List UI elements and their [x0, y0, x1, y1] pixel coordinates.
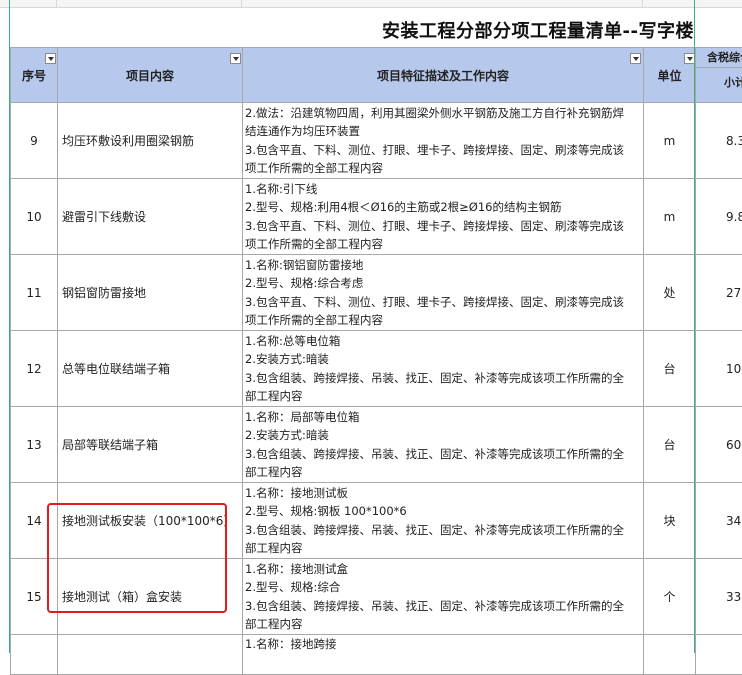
table-row[interactable]: 14接地测试板安装（100*100*6）1.名称：接地测试板2.型号、规格:钢板… [11, 483, 742, 559]
desc-line: 2.型号、规格:利用4根＜Ø16的主筋或2根≥Ø16的结构主钢筋 [245, 198, 643, 217]
cell-seq[interactable]: 10 [11, 179, 58, 255]
table-row[interactable]: 1.名称：接地跨接 [11, 635, 742, 675]
cell-unit[interactable]: m [644, 179, 696, 255]
cell-price[interactable]: 109. [696, 331, 742, 407]
desc-line: 部工程内容 [245, 387, 643, 406]
cell-seq[interactable]: 15 [11, 559, 58, 635]
header-tax-sub: 小计 [696, 74, 742, 90]
filter-dropdown-icon[interactable] [45, 53, 56, 64]
cell-price[interactable]: 8.3 [696, 103, 742, 179]
cell-item[interactable]: 接地测试板安装（100*100*6） [58, 483, 243, 559]
cell-unit[interactable]: m [644, 103, 696, 179]
desc-line: 3.包含组装、跨接焊接、吊装、找正、固定、补漆等完成该项工作所需的全 [245, 521, 643, 540]
cell-unit[interactable]: 台 [644, 407, 696, 483]
cell-unit[interactable]: 个 [644, 559, 696, 635]
desc-line: 项工作所需的全部工程内容 [245, 311, 643, 330]
cell-item[interactable]: 局部等联结端子箱 [58, 407, 243, 483]
cell-seq[interactable]: 12 [11, 331, 58, 407]
cell-seq[interactable] [11, 635, 58, 675]
frozen-pane-line [694, 0, 695, 653]
desc-line: 3.包含平直、下料、测位、打眼、埋卡子、跨接焊接、固定、刷漆等完成该 [245, 217, 643, 236]
cell-price[interactable] [696, 635, 742, 675]
desc-line: 2.型号、规格:综合 [245, 578, 643, 597]
cell-price[interactable]: 60.2 [696, 407, 742, 483]
cell-unit[interactable]: 块 [644, 483, 696, 559]
desc-line: 1.名称：接地跨接 [245, 635, 643, 654]
desc-line: 部工程内容 [245, 463, 643, 482]
cell-desc[interactable]: 1.名称：局部等电位箱2.安装方式:暗装3.包含组装、跨接焊接、吊装、找正、固定… [243, 407, 644, 483]
desc-line: 项工作所需的全部工程内容 [245, 235, 643, 254]
cell-desc[interactable]: 1.名称：接地测试盒2.型号、规格:综合3.包含组装、跨接焊接、吊装、找正、固定… [243, 559, 644, 635]
desc-line: 3.包含平直、下料、测位、打眼、埋卡子、跨接焊接、固定、刷漆等完成该 [245, 293, 643, 312]
column-header-strip [0, 0, 742, 8]
cell-price[interactable]: 33.8 [696, 559, 742, 635]
cell-item[interactable]: 接地测试（箱）盒安装 [58, 559, 243, 635]
desc-line: 1.名称：接地测试板 [245, 484, 643, 503]
cell-item[interactable]: 总等电位联结端子箱 [58, 331, 243, 407]
cell-desc[interactable]: 1.名称：接地跨接 [243, 635, 644, 675]
cell-desc[interactable]: 1.名称:引下线2.型号、规格:利用4根＜Ø16的主筋或2根≥Ø16的结构主钢筋… [243, 179, 644, 255]
cell-unit[interactable]: 处 [644, 255, 696, 331]
desc-line: 1.名称:总等电位箱 [245, 332, 643, 351]
table-row[interactable]: 10避雷引下线敷设1.名称:引下线2.型号、规格:利用4根＜Ø16的主筋或2根≥… [11, 179, 742, 255]
cell-price[interactable]: 34.7 [696, 483, 742, 559]
filter-dropdown-icon[interactable] [630, 53, 641, 64]
cell-unit[interactable]: 台 [644, 331, 696, 407]
cell-seq[interactable]: 11 [11, 255, 58, 331]
sheet-boundary-line [9, 0, 10, 653]
header-unit: 单位 [644, 48, 696, 103]
cell-item[interactable]: 钢铝窗防雷接地 [58, 255, 243, 331]
header-item: 项目内容 [58, 48, 243, 103]
desc-line: 3.包含组装、跨接焊接、吊装、找正、固定、补漆等完成该项工作所需的全 [245, 445, 643, 464]
desc-line: 1.名称:钢铝窗防雷接地 [245, 256, 643, 275]
table-row[interactable]: 11钢铝窗防雷接地1.名称:钢铝窗防雷接地2.型号、规格:综合考虑3.包含平直、… [11, 255, 742, 331]
desc-line: 1.名称：局部等电位箱 [245, 408, 643, 427]
desc-line: 2.做法：沿建筑物四周，利用其圈梁外侧水平钢筋及施工方自行补充钢筋焊 [245, 104, 643, 123]
desc-line: 部工程内容 [245, 615, 643, 634]
cell-item[interactable] [58, 635, 243, 675]
cell-desc[interactable]: 2.做法：沿建筑物四周，利用其圈梁外侧水平钢筋及施工方自行补充钢筋焊结连通作为均… [243, 103, 644, 179]
desc-line: 3.包含组装、跨接焊接、吊装、找正、固定、补漆等完成该项工作所需的全 [245, 597, 643, 616]
desc-line: 3.包含平直、下料、测位、打眼、埋卡子、跨接焊接、固定、刷漆等完成该 [245, 141, 643, 160]
cell-price[interactable]: 27.4 [696, 255, 742, 331]
table-row[interactable]: 15接地测试（箱）盒安装1.名称：接地测试盒2.型号、规格:综合3.包含组装、跨… [11, 559, 742, 635]
desc-line: 2.型号、规格:钢板 100*100*6 [245, 502, 643, 521]
desc-line: 3.包含组装、跨接焊接、吊装、找正、固定、补漆等完成该项工作所需的全 [245, 369, 643, 388]
cell-unit[interactable] [644, 635, 696, 675]
header-seq: 序号 [11, 48, 58, 103]
desc-line: 项工作所需的全部工程内容 [245, 159, 643, 178]
cell-desc[interactable]: 1.名称:总等电位箱2.安装方式:暗装3.包含组装、跨接焊接、吊装、找正、固定、… [243, 331, 644, 407]
table-row[interactable]: 13局部等联结端子箱1.名称：局部等电位箱2.安装方式:暗装3.包含组装、跨接焊… [11, 407, 742, 483]
header-desc: 项目特征描述及工作内容 [243, 48, 644, 103]
header-tax-price: 含税综合 小计 [696, 48, 742, 103]
cell-desc[interactable]: 1.名称:钢铝窗防雷接地2.型号、规格:综合考虑3.包含平直、下料、测位、打眼、… [243, 255, 644, 331]
quantity-table: 序号 项目内容 项目特征描述及工作内容 单位 含税综合 小计 9均压环敷设利用圈… [10, 47, 742, 675]
desc-line: 结连通作为均压环装置 [245, 122, 643, 141]
desc-line: 部工程内容 [245, 539, 643, 558]
cell-seq[interactable]: 13 [11, 407, 58, 483]
cell-item[interactable]: 均压环敷设利用圈梁钢筋 [58, 103, 243, 179]
cell-item[interactable]: 避雷引下线敷设 [58, 179, 243, 255]
table-row[interactable]: 9均压环敷设利用圈梁钢筋2.做法：沿建筑物四周，利用其圈梁外侧水平钢筋及施工方自… [11, 103, 742, 179]
table-row[interactable]: 12总等电位联结端子箱1.名称:总等电位箱2.安装方式:暗装3.包含组装、跨接焊… [11, 331, 742, 407]
desc-line: 1.名称:引下线 [245, 180, 643, 199]
sheet-title: 安装工程分部分项工程量清单--写字楼 [382, 17, 694, 43]
cell-price[interactable]: 9.8 [696, 179, 742, 255]
cell-desc[interactable]: 1.名称：接地测试板2.型号、规格:钢板 100*100*63.包含组装、跨接焊… [243, 483, 644, 559]
cell-seq[interactable]: 14 [11, 483, 58, 559]
desc-line: 2.安装方式:暗装 [245, 426, 643, 445]
cell-seq[interactable]: 9 [11, 103, 58, 179]
filter-dropdown-icon[interactable] [230, 53, 241, 64]
desc-line: 1.名称：接地测试盒 [245, 560, 643, 579]
desc-line: 2.安装方式:暗装 [245, 350, 643, 369]
header-tax-top: 含税综合 [696, 48, 742, 68]
desc-line: 2.型号、规格:综合考虑 [245, 274, 643, 293]
